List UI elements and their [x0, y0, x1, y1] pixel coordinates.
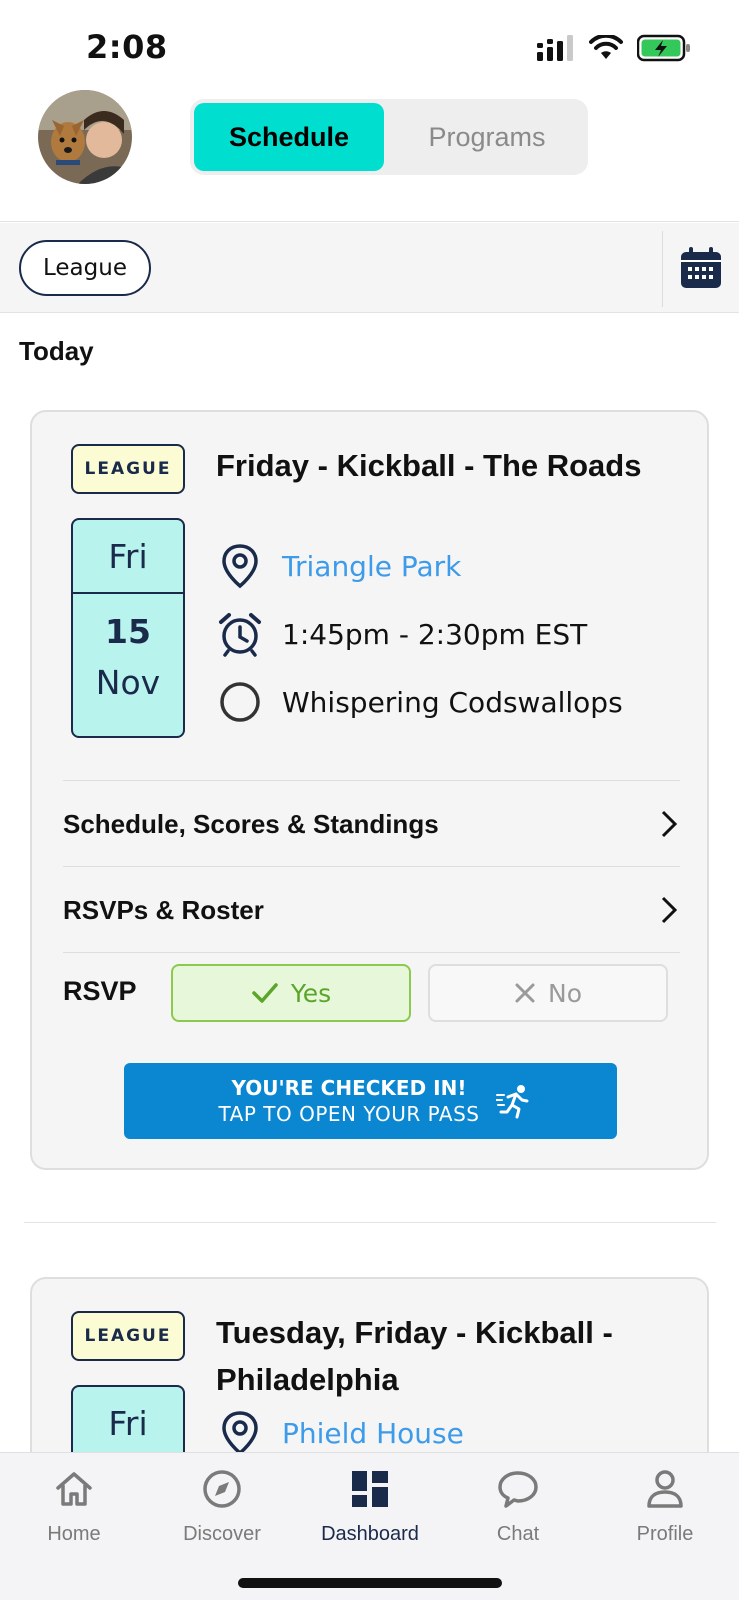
date-day-of-week: Fri: [73, 1387, 183, 1461]
tab-dashboard[interactable]: Dashboard: [296, 1467, 444, 1557]
tab-schedule[interactable]: Schedule: [194, 103, 384, 171]
tab-discover-label: Discover: [183, 1523, 261, 1545]
date-day: 15: [105, 612, 151, 651]
list-divider: [24, 1222, 716, 1223]
tab-home[interactable]: Home: [0, 1467, 148, 1557]
checkmark-icon: [252, 983, 278, 1003]
profile-icon: [643, 1467, 687, 1511]
chevron-right-icon: [661, 810, 678, 838]
rsvp-no-label: No: [548, 978, 582, 1008]
status-icons: [537, 34, 691, 62]
league-tag: LEAGUE: [71, 444, 185, 494]
team-color-icon: [216, 678, 264, 726]
team-row: Whispering Codswallops: [216, 678, 623, 726]
schedule-scores-standings-link[interactable]: Schedule, Scores & Standings: [63, 782, 680, 866]
event-card[interactable]: LEAGUE Fri 15 Nov Friday - Kickball - Th…: [30, 410, 709, 1170]
wifi-icon: [589, 35, 623, 59]
event-title: Friday - Kickball - The Roads: [216, 448, 642, 483]
location-link[interactable]: Triangle Park: [282, 550, 461, 583]
home-indicator: [238, 1578, 502, 1588]
league-tag: LEAGUE: [71, 1311, 185, 1361]
battery-icon: [637, 34, 690, 62]
tab-discover[interactable]: Discover: [148, 1467, 296, 1557]
calendar-icon: [681, 247, 721, 288]
filter-divider: [662, 231, 663, 307]
section-title-today: Today: [19, 336, 94, 366]
calendar-button[interactable]: [680, 247, 722, 289]
divider: [63, 780, 680, 781]
tab-chat[interactable]: Chat: [444, 1467, 592, 1557]
tab-profile[interactable]: Profile: [591, 1467, 739, 1557]
checkin-pass-button[interactable]: YOU'RE CHECKED IN! TAP TO OPEN YOUR PASS: [124, 1063, 617, 1139]
view-segmented-control: Schedule Programs: [190, 99, 588, 175]
league-filter-chip[interactable]: League: [19, 240, 151, 296]
tab-programs[interactable]: Programs: [390, 103, 584, 171]
tab-chat-label: Chat: [496, 1523, 540, 1545]
status-time: 2:08: [86, 28, 168, 66]
time-row: 1:45pm - 2:30pm EST: [216, 610, 587, 658]
home-icon: [52, 1467, 96, 1511]
location-link[interactable]: Phield House: [282, 1417, 464, 1450]
event-time: 1:45pm - 2:30pm EST: [282, 617, 588, 651]
status-bar: 2:08: [0, 0, 739, 90]
dashboard-icon: [348, 1467, 392, 1511]
location-pin-icon: [216, 542, 264, 590]
filter-bar: League: [0, 223, 739, 313]
compass-icon: [200, 1467, 244, 1511]
alarm-clock-icon: [216, 610, 264, 658]
rsvp-no-button[interactable]: No: [428, 964, 668, 1022]
date-month: Nov: [95, 663, 161, 702]
divider: [63, 866, 680, 867]
cellular-signal-icon: [537, 35, 573, 61]
chat-icon: [496, 1467, 540, 1511]
rsvp-row: RSVP Yes No: [63, 964, 680, 1024]
avatar[interactable]: [38, 90, 132, 184]
running-person-icon: [496, 1085, 529, 1119]
rsvp-yes-button[interactable]: Yes: [171, 964, 411, 1022]
event-title: Tuesday, Friday - Kickball - Philadelphi…: [216, 1315, 613, 1397]
rsvps-roster-link[interactable]: RSVPs & Roster: [63, 868, 680, 952]
chevron-right-icon: [661, 896, 678, 924]
date-box: Fri 15 Nov: [71, 518, 185, 738]
rsvp-label: RSVP: [63, 976, 137, 1006]
rsvps-roster-label: RSVPs & Roster: [63, 894, 264, 925]
tab-home-label: Home: [47, 1523, 101, 1545]
tab-dashboard-label: Dashboard: [321, 1523, 419, 1545]
date-day-of-week: Fri: [73, 520, 183, 594]
divider: [63, 952, 680, 953]
location-row[interactable]: Triangle Park: [216, 542, 461, 590]
header: Schedule Programs: [0, 90, 739, 222]
close-icon: [515, 983, 535, 1003]
tab-profile-label: Profile: [636, 1523, 694, 1545]
location-pin-icon: [216, 1409, 264, 1457]
schedule-scores-standings-label: Schedule, Scores & Standings: [63, 808, 439, 839]
location-row[interactable]: Phield House: [216, 1409, 464, 1457]
rsvp-yes-label: Yes: [290, 978, 332, 1008]
team-name: Whispering Codswallops: [282, 685, 623, 719]
